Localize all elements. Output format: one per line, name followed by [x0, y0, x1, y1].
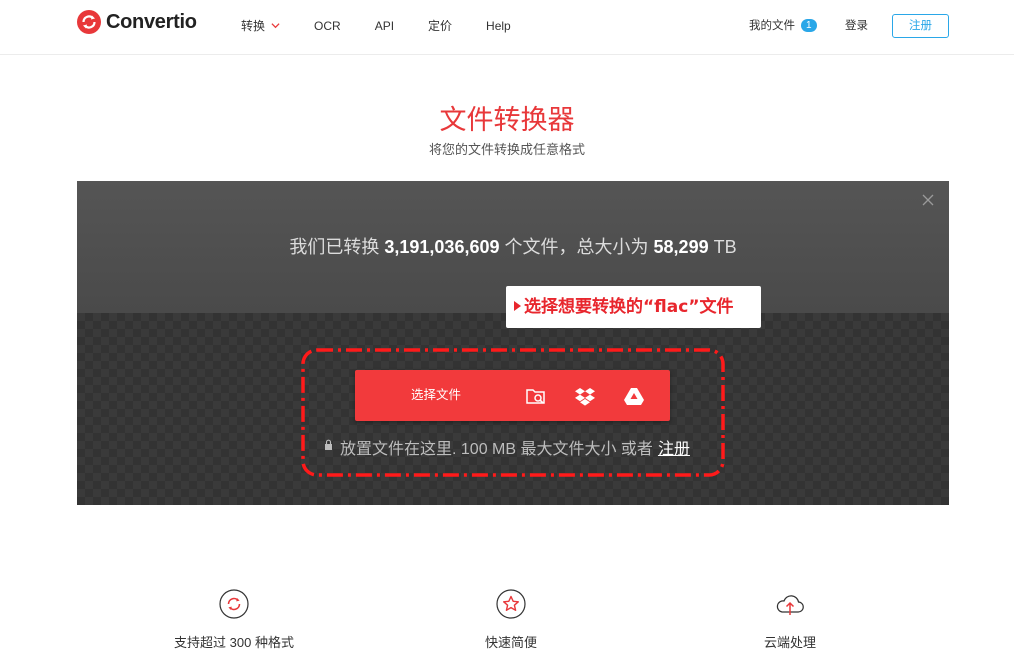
- feature-formats-label: 支持超过 300 种格式: [174, 635, 294, 650]
- upload-panel: 我们已转换 3,191,036,609 个文件，总大小为 58,299 TB 选…: [77, 181, 949, 505]
- choose-files-label: 选择文件: [411, 388, 462, 402]
- feature-cloud-label: 云端处理: [763, 635, 816, 650]
- my-files-label: 我的文件: [749, 20, 795, 32]
- page-subtitle: 将您的文件转换成任意格式: [428, 142, 585, 157]
- files-count: 3,191,036,609: [384, 237, 500, 257]
- nav-pricing[interactable]: 定价: [428, 17, 452, 34]
- register-button[interactable]: 注册: [892, 14, 949, 38]
- refresh-icon: [219, 589, 249, 619]
- top-navbar: Convertio 转换 OCR API 定价 Help 我的文件 1 登录 注…: [0, 0, 1014, 55]
- main-nav: 转换 OCR API 定价 Help: [241, 17, 545, 34]
- close-icon[interactable]: [921, 193, 935, 207]
- size-unit: TB: [713, 237, 737, 257]
- choose-files-button[interactable]: 选择文件: [355, 370, 670, 421]
- chevron-down-icon: [271, 23, 280, 29]
- convertio-logo-icon: [77, 10, 101, 34]
- brand-name: Convertio: [106, 10, 197, 33]
- stats-middle: 个文件，总大小为: [504, 237, 649, 257]
- total-size: 58,299: [653, 237, 709, 257]
- conversion-stats: 我们已转换 3,191,036,609 个文件，总大小为 58,299 TB: [77, 233, 949, 259]
- nav-pricing-label: 定价: [428, 19, 453, 33]
- file-count-badge: 1: [801, 18, 817, 32]
- nav-help-label: Help: [486, 18, 511, 33]
- feature-fast-label: 快速简便: [484, 635, 537, 650]
- nav-help[interactable]: Help: [486, 19, 511, 33]
- arrow-marker-icon: [514, 301, 521, 311]
- instruction-callout: 选择想要转换的“flac”文件: [506, 286, 761, 328]
- lock-icon: [325, 439, 332, 450]
- register-link[interactable]: 注册: [658, 435, 690, 459]
- nav-api-label: API: [374, 18, 395, 33]
- callout-text: 选择想要转换的“flac”文件: [524, 297, 734, 317]
- star-icon: [496, 589, 526, 619]
- login-link[interactable]: 登录: [845, 17, 868, 33]
- nav-convert-label: 转换: [241, 19, 266, 33]
- drop-zone-hint: 放置文件在这里. 100 MB 最大文件大小 或者 注册: [324, 435, 690, 459]
- my-files-link[interactable]: 我的文件 1: [749, 17, 817, 33]
- drop-text: 放置文件在这里. 100 MB 最大文件大小 或者: [340, 441, 653, 458]
- cloud-upload-icon: [776, 595, 804, 615]
- google-drive-icon[interactable]: [623, 385, 645, 407]
- nav-ocr[interactable]: OCR: [314, 19, 341, 33]
- stats-prefix: 我们已转换: [289, 237, 380, 257]
- feature-fast: 快速简便: [411, 588, 611, 651]
- feature-cloud: 云端处理: [690, 588, 890, 651]
- dropbox-icon[interactable]: [574, 385, 596, 407]
- nav-ocr-label: OCR: [314, 18, 341, 33]
- convertio-logo[interactable]: Convertio: [77, 10, 197, 34]
- feature-formats: 支持超过 300 种格式: [134, 588, 334, 651]
- folder-search-icon[interactable]: [525, 385, 547, 407]
- nav-convert[interactable]: 转换: [241, 17, 280, 34]
- page-title: 文件转换器: [439, 105, 575, 136]
- nav-api[interactable]: API: [375, 19, 394, 33]
